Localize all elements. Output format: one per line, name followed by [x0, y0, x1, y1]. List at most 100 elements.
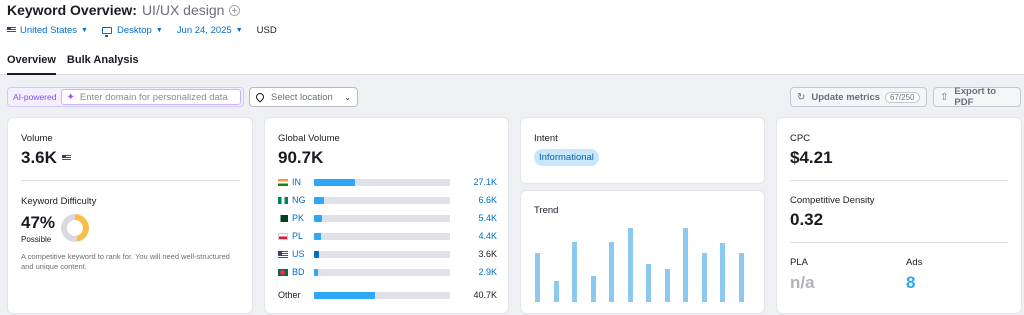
- date-filter[interactable]: Jun 24, 2025 ▼: [177, 25, 243, 36]
- cpc-label: CPC: [790, 133, 811, 144]
- country-bar: [314, 178, 355, 186]
- trend-bar: [609, 242, 614, 302]
- intent-card: Intent Informational: [520, 117, 765, 184]
- other-bar: [314, 291, 375, 299]
- country-value[interactable]: 2.9K: [478, 267, 497, 277]
- tab-bulk-analysis[interactable]: Bulk Analysis: [67, 54, 139, 75]
- country-bar: [314, 232, 321, 240]
- trend-card: Trend: [520, 190, 765, 314]
- update-metrics-label: Update metrics: [811, 91, 881, 103]
- competitive-density-label: Competitive Density: [790, 195, 875, 206]
- tab-overview[interactable]: Overview: [7, 54, 56, 75]
- country-row-pl[interactable]: PL 4.4K: [278, 230, 497, 242]
- global-volume-card: Global Volume 90.7K IN 27.1K NG 6.6K PK …: [264, 117, 509, 314]
- country-bar-track: [314, 214, 450, 222]
- kd-ring-chart: [61, 214, 89, 242]
- country-bar: [314, 196, 324, 204]
- monitor-icon: [101, 26, 112, 37]
- country-filter[interactable]: United States ▼: [7, 25, 88, 36]
- kd-label: Keyword Difficulty: [21, 196, 97, 207]
- country-bar-track: [314, 178, 450, 186]
- chevron-down-icon: ▼: [155, 26, 163, 34]
- country-value[interactable]: 27.1K: [473, 177, 497, 187]
- cpc-value: $4.21: [790, 148, 833, 167]
- country-value[interactable]: 4.4K: [478, 231, 497, 241]
- country-row-pk[interactable]: PK 5.4K: [278, 212, 497, 224]
- update-metrics-button[interactable]: ↻ Update metrics 67/250: [790, 87, 927, 107]
- tab-bar: Overview Bulk Analysis: [7, 54, 150, 75]
- page-title: Keyword Overview:: [7, 2, 137, 18]
- trend-bar: [702, 253, 707, 302]
- intent-badge: Informational: [534, 149, 599, 166]
- kd-description: A competitive keyword to rank for. You w…: [21, 252, 230, 271]
- country-filter-label: United States: [20, 24, 78, 36]
- pla-value: n/a: [790, 273, 815, 292]
- trend-bar: [646, 264, 651, 302]
- global-volume-label: Global Volume: [278, 133, 340, 144]
- domain-input[interactable]: [79, 91, 235, 103]
- chevron-down-icon: ⌄: [344, 92, 351, 102]
- domain-input-wrapper[interactable]: ✦: [61, 89, 241, 105]
- country-bar-track: [314, 232, 450, 240]
- country-bar-track: [314, 196, 450, 204]
- divider: [790, 242, 1008, 243]
- country-row-ng[interactable]: NG 6.6K: [278, 194, 497, 206]
- device-filter[interactable]: Desktop ▼: [101, 24, 163, 37]
- page-header: Keyword Overview: UI/UX design United St…: [0, 0, 1024, 75]
- nigeria-flag-icon: [278, 196, 288, 204]
- country-value: 3.6K: [478, 249, 497, 259]
- ai-domain-box: AI-powered ✦: [7, 87, 244, 107]
- date-filter-label: Jun 24, 2025: [176, 24, 232, 36]
- title-row: Keyword Overview: UI/UX design: [7, 2, 241, 18]
- kd-level: Possible: [21, 235, 52, 244]
- country-row-in[interactable]: IN 27.1K: [278, 176, 497, 188]
- country-bar-track: [314, 250, 450, 258]
- divider: [21, 180, 239, 181]
- other-value: 40.7K: [473, 290, 497, 300]
- pakistan-flag-icon: [278, 214, 288, 222]
- other-label: Other: [278, 290, 301, 300]
- location-select-label: Select location: [271, 91, 333, 103]
- poland-flag-icon: [278, 232, 288, 240]
- divider: [790, 180, 1008, 181]
- ads-value[interactable]: 8: [906, 273, 915, 293]
- export-icon: ⇧: [940, 91, 949, 103]
- sparkle-icon: ✦: [66, 91, 75, 103]
- country-row-bd[interactable]: BD 2.9K: [278, 266, 497, 278]
- intent-label: Intent: [534, 133, 558, 144]
- update-counter-badge: 67/250: [885, 91, 920, 103]
- toolbar: AI-powered ✦ Select location ⌄ ↻ Update …: [0, 85, 1024, 108]
- trend-bar: [739, 253, 744, 302]
- country-row-us: US 3.6K: [278, 248, 497, 260]
- keyword-title: UI/UX design: [141, 2, 225, 18]
- refresh-icon: ↻: [797, 91, 806, 103]
- ads-label: Ads: [906, 257, 923, 268]
- country-row-other: Other 40.7K: [278, 289, 497, 301]
- trend-bar: [591, 276, 596, 302]
- chevron-down-icon: ▼: [81, 26, 88, 34]
- country-value[interactable]: 5.4K: [478, 213, 497, 223]
- trend-bar: [554, 281, 559, 302]
- export-pdf-button[interactable]: ⇧ Export to PDF: [933, 86, 1021, 108]
- ai-powered-badge: AI-powered: [13, 92, 57, 102]
- cpc-card: CPC $4.21 Competitive Density 0.32 PLA n…: [776, 117, 1022, 314]
- bangladesh-flag-icon: [278, 268, 288, 276]
- chevron-down-icon: ▼: [235, 26, 243, 34]
- competitive-density-value: 0.32: [790, 210, 824, 229]
- volume-label: Volume: [21, 133, 53, 144]
- volume-value-row: 3.6K: [21, 148, 75, 168]
- country-bar: [314, 214, 322, 222]
- location-select[interactable]: Select location ⌄: [249, 87, 358, 107]
- trend-chart: [532, 225, 754, 302]
- add-keyword-icon[interactable]: [229, 4, 241, 16]
- india-flag-icon: [278, 178, 288, 186]
- device-filter-label: Desktop: [116, 24, 152, 36]
- location-pin-icon: [254, 91, 266, 103]
- currency-label: USD: [256, 24, 277, 36]
- pla-label: PLA: [790, 257, 808, 268]
- trend-bar: [535, 253, 540, 302]
- us-flag-icon: [278, 250, 288, 258]
- trend-bar: [572, 242, 577, 302]
- country-value[interactable]: 6.6K: [478, 195, 497, 205]
- global-volume-value: 90.7K: [278, 148, 324, 167]
